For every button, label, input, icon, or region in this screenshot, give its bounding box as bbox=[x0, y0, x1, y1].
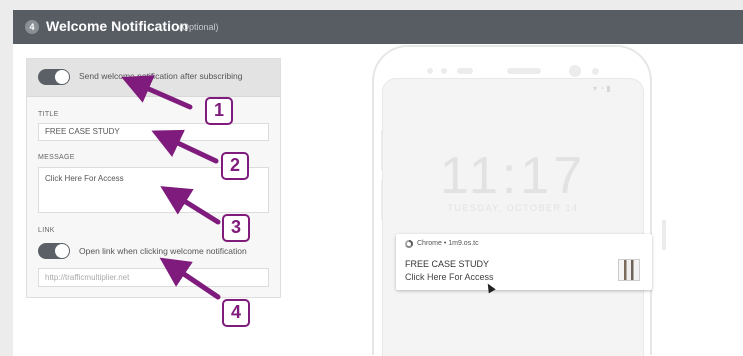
arrow-1 bbox=[121, 75, 193, 110]
arrow-4 bbox=[159, 257, 221, 300]
arrow-3 bbox=[160, 186, 221, 225]
annotation-badge-2: 2 bbox=[221, 152, 249, 180]
arrow-2 bbox=[151, 129, 219, 164]
annotation-badge-4: 4 bbox=[222, 299, 250, 327]
annotation-arrows bbox=[121, 75, 221, 300]
annotation-badge-1: 1 bbox=[205, 97, 233, 125]
annotation-badge-3: 3 bbox=[222, 214, 250, 242]
